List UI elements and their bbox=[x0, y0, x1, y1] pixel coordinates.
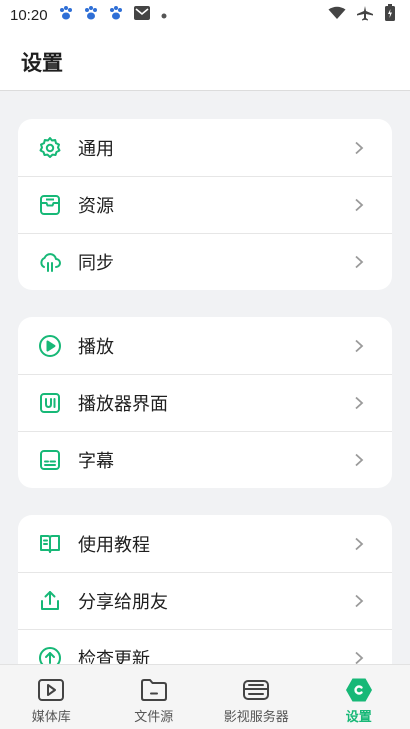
settings-item-subtitles[interactable]: 字幕 bbox=[18, 431, 392, 488]
airplane-mode-icon bbox=[356, 5, 374, 25]
settings-item-label: 分享给朋友 bbox=[78, 592, 168, 612]
chevron-right-icon bbox=[354, 453, 366, 467]
chevron-right-icon bbox=[354, 198, 366, 212]
ui-box-icon bbox=[38, 391, 62, 415]
dot-icon bbox=[160, 7, 168, 24]
subtitle-icon bbox=[38, 448, 62, 472]
nav-item-settings[interactable]: 设置 bbox=[308, 665, 410, 729]
paw-icon bbox=[83, 5, 99, 25]
settings-item-label: 检查更新 bbox=[78, 649, 150, 664]
settings-item-sync[interactable]: 同步 bbox=[18, 233, 392, 290]
book-icon bbox=[38, 532, 62, 556]
settings-item-general[interactable]: 通用 bbox=[18, 119, 392, 176]
chevron-right-icon bbox=[354, 651, 366, 664]
settings-item-check-update[interactable]: 检查更新 bbox=[18, 629, 392, 664]
update-arrow-icon bbox=[38, 646, 62, 664]
gear-icon bbox=[38, 136, 62, 160]
chevron-right-icon bbox=[354, 396, 366, 410]
chevron-right-icon bbox=[354, 537, 366, 551]
inbox-icon bbox=[38, 193, 62, 217]
chevron-right-icon bbox=[354, 339, 366, 353]
settings-item-share[interactable]: 分享给朋友 bbox=[18, 572, 392, 629]
nav-label: 设置 bbox=[345, 709, 372, 724]
play-circle-icon bbox=[38, 334, 62, 358]
settings-item-label: 播放器界面 bbox=[78, 394, 168, 414]
settings-item-label: 同步 bbox=[78, 253, 114, 273]
app-header: 设置 bbox=[0, 30, 410, 91]
battery-icon bbox=[384, 4, 396, 26]
nav-label: 媒体库 bbox=[31, 709, 71, 724]
media-library-icon bbox=[36, 678, 66, 702]
cloud-sync-icon bbox=[38, 250, 62, 274]
settings-item-label: 使用教程 bbox=[78, 534, 150, 555]
share-icon bbox=[38, 589, 62, 613]
nav-label: 文件源 bbox=[134, 709, 174, 724]
settings-item-tutorial[interactable]: 使用教程 bbox=[18, 515, 392, 572]
nav-item-media-server[interactable]: 影视服务器 bbox=[205, 665, 308, 729]
settings-item-label: 资源 bbox=[78, 196, 114, 216]
settings-item-label: 通用 bbox=[78, 138, 114, 159]
page-title: 设置 bbox=[21, 52, 63, 75]
paw-icon bbox=[58, 5, 74, 25]
chevron-right-icon bbox=[354, 594, 366, 608]
paw-icon bbox=[108, 5, 124, 25]
wifi-icon bbox=[328, 6, 346, 24]
settings-group-about: 使用教程 分享给朋友 检查更新 bbox=[18, 515, 392, 664]
bottom-nav: 媒体库 文件源 影视服务器 设置 bbox=[0, 664, 410, 729]
settings-hex-icon bbox=[344, 678, 374, 702]
settings-item-label: 播放 bbox=[78, 336, 114, 357]
chevron-right-icon bbox=[354, 255, 366, 269]
settings-item-label: 字幕 bbox=[78, 451, 114, 471]
nav-item-file-sources[interactable]: 文件源 bbox=[103, 665, 206, 729]
status-time: 10:20 bbox=[10, 6, 48, 24]
notification-icons bbox=[58, 5, 168, 25]
nav-label: 影视服务器 bbox=[223, 709, 289, 724]
folder-icon bbox=[139, 678, 169, 702]
settings-group-playback: 播放 播放器界面 字幕 bbox=[18, 317, 392, 488]
chevron-right-icon bbox=[354, 141, 366, 155]
status-bar: 10:20 bbox=[0, 0, 410, 30]
mail-icon bbox=[133, 5, 151, 25]
system-icons bbox=[328, 4, 396, 26]
settings-item-playback[interactable]: 播放 bbox=[18, 317, 392, 374]
settings-group-general: 通用 资源 同步 bbox=[18, 119, 392, 290]
settings-list: 通用 资源 同步 播放 播放器界面 字幕 使用教程 分享给朋友 检查更新 bbox=[0, 92, 410, 664]
settings-item-resources[interactable]: 资源 bbox=[18, 176, 392, 233]
settings-item-player-ui[interactable]: 播放器界面 bbox=[18, 374, 392, 431]
nav-item-media-library[interactable]: 媒体库 bbox=[0, 665, 103, 729]
server-icon bbox=[241, 678, 271, 702]
